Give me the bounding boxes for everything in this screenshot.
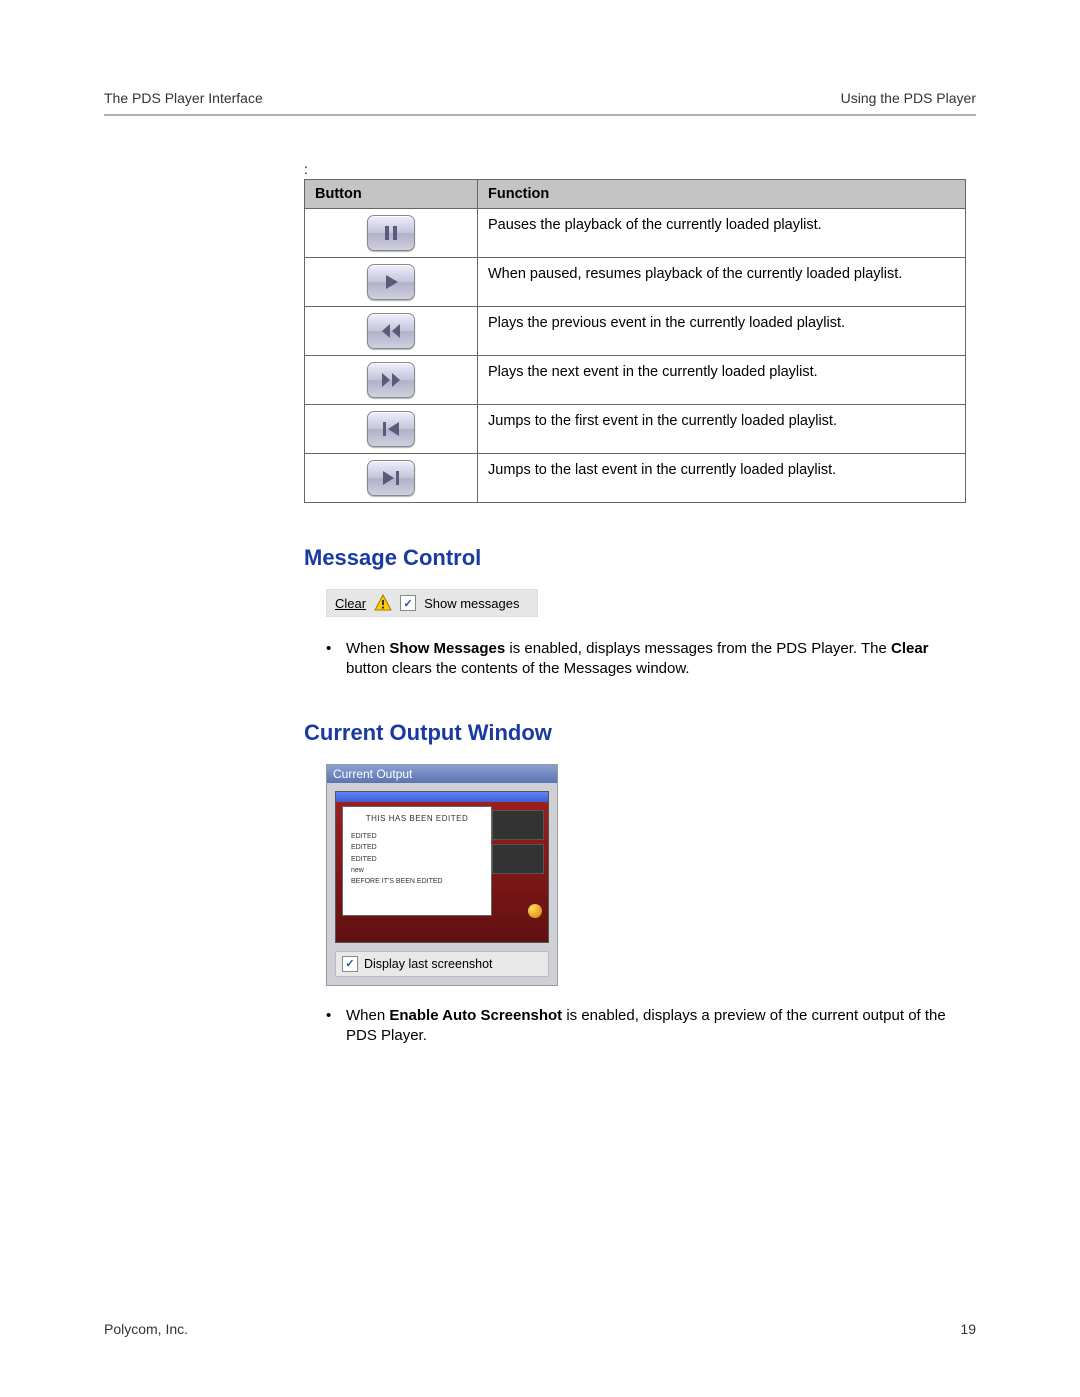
display-screenshot-checkbox[interactable]: ✓ (342, 956, 358, 972)
bullet-text: When Enable Auto Screenshot is enabled, … (346, 1006, 966, 1047)
page-header: The PDS Player Interface Using the PDS P… (104, 90, 976, 116)
function-cell: Plays the next event in the currently lo… (478, 356, 966, 405)
function-cell: Jumps to the last event in the currently… (478, 454, 966, 503)
button-function-table: Button Function Pauses the playback of t… (304, 179, 966, 503)
doc-line: EDITED (351, 854, 483, 865)
section-title-message-control: Message Control (304, 545, 966, 571)
show-messages-label: Show messages (424, 596, 519, 611)
table-row: Jumps to the last event in the currently… (305, 454, 966, 503)
show-messages-checkbox[interactable]: ✓ (400, 595, 416, 611)
preview-topbar (336, 792, 548, 802)
table-row: When paused, resumes playback of the cur… (305, 258, 966, 307)
doc-line: new (351, 865, 483, 876)
rewind-icon (367, 313, 415, 349)
bullet-dot: • (326, 639, 346, 680)
preview-document: THIS HAS BEEN EDITED EDITED EDITED EDITE… (342, 806, 492, 916)
warning-icon (374, 594, 392, 612)
window-titlebar: Current Output (327, 765, 557, 783)
bullet-text: When Show Messages is enabled, displays … (346, 639, 966, 680)
preview-thumb (492, 810, 544, 840)
clear-button[interactable]: Clear (335, 596, 366, 611)
table-row: Plays the previous event in the currentl… (305, 307, 966, 356)
table-row: Plays the next event in the currently lo… (305, 356, 966, 405)
footer-page-number: 19 (960, 1321, 976, 1337)
header-left: The PDS Player Interface (104, 90, 263, 106)
pause-icon (367, 215, 415, 251)
function-cell: When paused, resumes playback of the cur… (478, 258, 966, 307)
table-header-function: Function (478, 180, 966, 209)
display-screenshot-row: ✓ Display last screenshot (335, 951, 549, 977)
preview-accent-icon (528, 904, 542, 918)
section-title-current-output: Current Output Window (304, 720, 966, 746)
header-right: Using the PDS Player (841, 90, 976, 106)
message-control-bar: Clear ✓ Show messages (326, 589, 538, 617)
function-cell: Jumps to the first event in the currentl… (478, 405, 966, 454)
preview-thumb (492, 844, 544, 874)
skip-first-icon (367, 411, 415, 447)
table-row: Pauses the playback of the currently loa… (305, 209, 966, 258)
display-screenshot-label: Display last screenshot (364, 957, 493, 971)
doc-title: THIS HAS BEEN EDITED (351, 813, 483, 826)
page-footer: Polycom, Inc. 19 (104, 1321, 976, 1337)
doc-line: BEFORE IT'S BEEN EDITED (351, 876, 483, 887)
colon-mark: : (304, 161, 966, 177)
doc-line: EDITED (351, 842, 483, 853)
table-header-button: Button (305, 180, 478, 209)
function-cell: Plays the previous event in the currentl… (478, 307, 966, 356)
current-output-window: Current Output THIS HAS BEEN EDITED EDIT… (326, 764, 558, 986)
play-icon (367, 264, 415, 300)
bullet-dot: • (326, 1006, 346, 1047)
bullet-item: • When Show Messages is enabled, display… (326, 639, 966, 680)
table-row: Jumps to the first event in the currentl… (305, 405, 966, 454)
function-cell: Pauses the playback of the currently loa… (478, 209, 966, 258)
output-preview: THIS HAS BEEN EDITED EDITED EDITED EDITE… (335, 791, 549, 943)
bullet-item: • When Enable Auto Screenshot is enabled… (326, 1006, 966, 1047)
fast-forward-icon (367, 362, 415, 398)
doc-line: EDITED (351, 831, 483, 842)
skip-last-icon (367, 460, 415, 496)
footer-company: Polycom, Inc. (104, 1321, 188, 1337)
